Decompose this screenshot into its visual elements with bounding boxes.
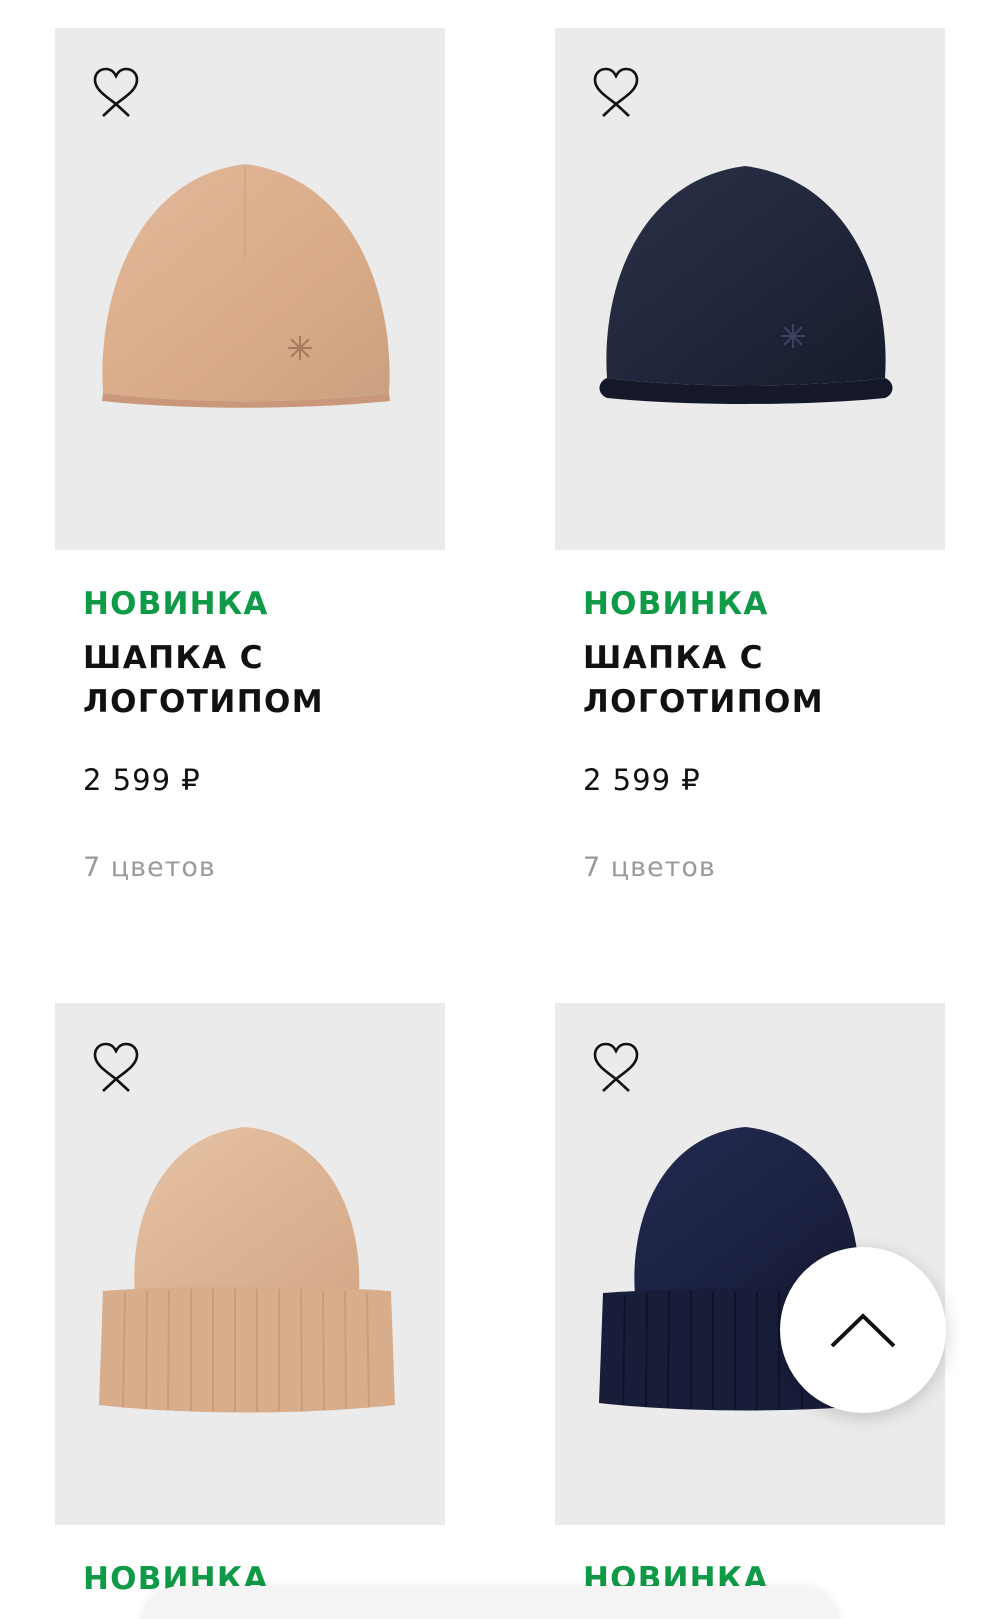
scroll-to-top-button[interactable]: [780, 1247, 946, 1413]
product-image: [95, 148, 405, 448]
color-count-link[interactable]: 7 цветов: [83, 850, 417, 886]
product-title[interactable]: ШАПКА С ЛОГОТИПОМ: [583, 636, 917, 724]
product-title-line: ШАПКА С: [583, 640, 764, 676]
product-title[interactable]: ШАПКА С ЛОГОТИПОМ: [83, 636, 417, 724]
bottom-sheet-handle[interactable]: [140, 1586, 840, 1619]
product-price: 2 599 ₽: [583, 763, 701, 797]
product-price: 2 599 ₽: [83, 763, 201, 797]
wishlist-button[interactable]: [89, 1041, 143, 1095]
chevron-up-icon: [830, 1313, 896, 1348]
product-photo[interactable]: [555, 28, 945, 550]
wishlist-button[interactable]: [89, 66, 143, 120]
product-card[interactable]: НОВИНКА: [55, 1003, 445, 1599]
product-title-line: ШАПКА С: [83, 640, 264, 676]
new-badge: НОВИНКА: [583, 586, 769, 622]
wishlist-button[interactable]: [589, 1041, 643, 1095]
product-title-line: ЛОГОТИПОМ: [83, 684, 325, 720]
product-photo[interactable]: [55, 1003, 445, 1525]
new-badge: НОВИНКА: [83, 586, 269, 622]
product-photo[interactable]: [55, 28, 445, 550]
heart-icon: [593, 67, 639, 117]
heart-icon: [93, 67, 139, 117]
product-image: [595, 148, 905, 448]
product-grid: НОВИНКА ШАПКА С ЛОГОТИПОМ 2 599 ₽ 7 цвет…: [0, 0, 1000, 1619]
product-card[interactable]: НОВИНКА ШАПКА С ЛОГОТИПОМ 2 599 ₽ 7 цвет…: [55, 28, 445, 886]
product-card[interactable]: НОВИНКА ШАПКА С ЛОГОТИПОМ 2 599 ₽ 7 цвет…: [555, 28, 945, 886]
heart-icon: [93, 1042, 139, 1092]
wishlist-button[interactable]: [589, 66, 643, 120]
product-image: [95, 1123, 405, 1423]
heart-icon: [593, 1042, 639, 1092]
color-count-link[interactable]: 7 цветов: [583, 850, 917, 886]
product-title-line: ЛОГОТИПОМ: [583, 684, 825, 720]
